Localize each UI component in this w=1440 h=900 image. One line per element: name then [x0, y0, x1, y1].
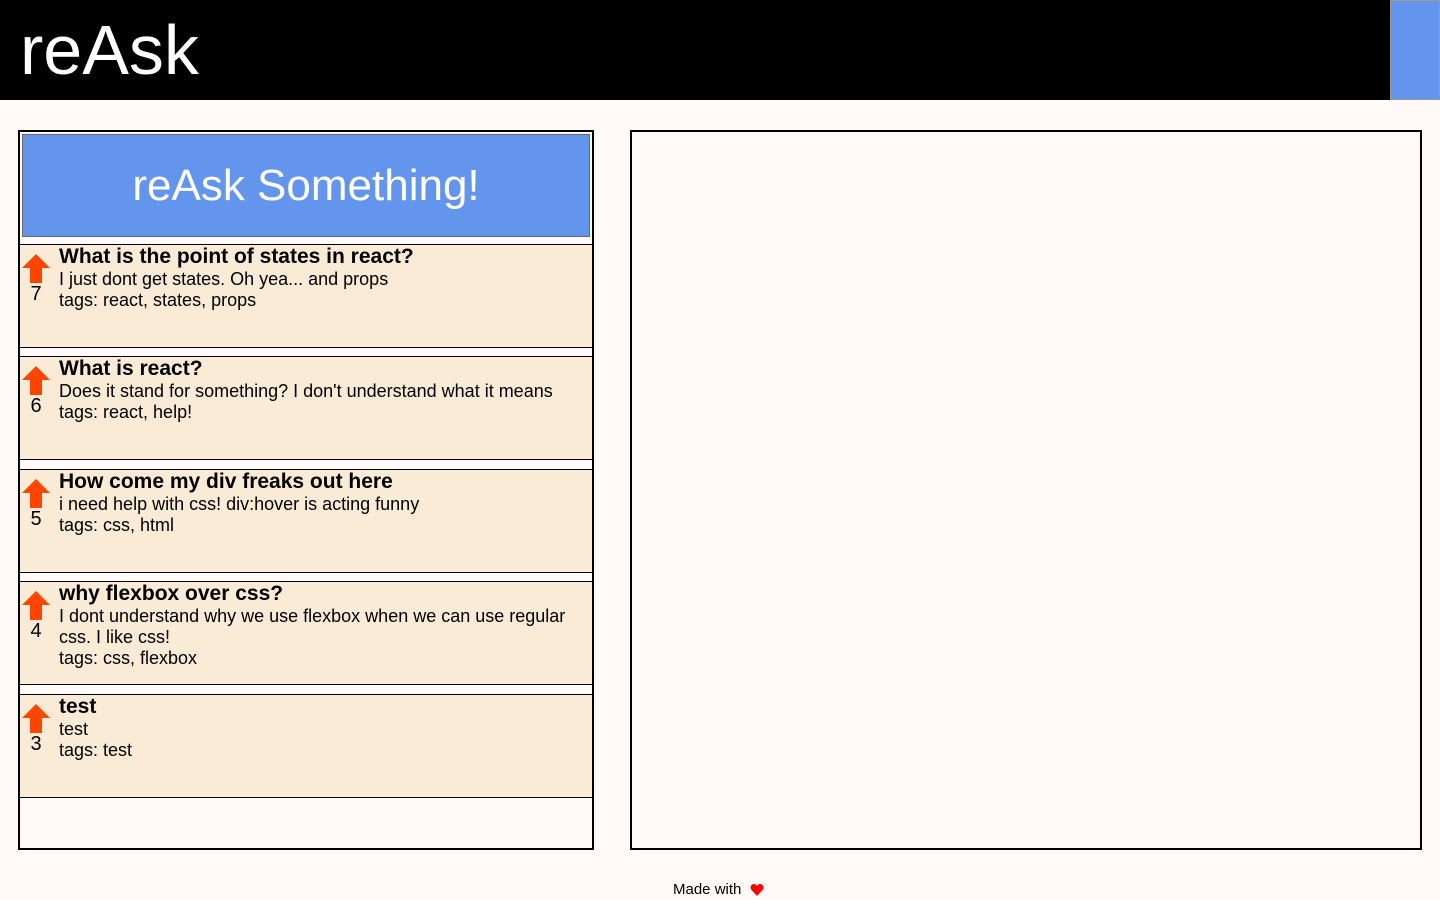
- question-tags: tags: react, help!: [59, 402, 193, 422]
- vote-widget: 5: [21, 478, 51, 530]
- vote-widget: 7: [21, 253, 51, 305]
- question-body: Does it stand for something? I don't und…: [59, 381, 553, 401]
- question-tags: tags: react, states, props: [59, 290, 257, 310]
- question-tags: tags: css, flexbox: [59, 648, 198, 668]
- menu-button[interactable]: [1390, 0, 1440, 100]
- vote-count: 6: [30, 395, 42, 417]
- up-arrow-icon[interactable]: [21, 478, 51, 510]
- question-item[interactable]: 5 How come my div freaks out here i need…: [20, 469, 592, 573]
- question-title[interactable]: why flexbox over css?: [59, 582, 579, 606]
- vote-count: 3: [30, 733, 42, 755]
- up-arrow-icon[interactable]: [21, 365, 51, 397]
- question-body: i need help with css! div:hover is actin…: [59, 494, 420, 514]
- question-item[interactable]: 6 What is react? Does it stand for somet…: [20, 356, 592, 460]
- up-arrow-icon[interactable]: [21, 253, 51, 285]
- vote-widget: 4: [21, 590, 51, 642]
- vote-count: 5: [30, 508, 42, 530]
- footer-text: Made with: [673, 881, 742, 898]
- question-list-panel: reAsk Something! 7 What is the point of …: [18, 130, 594, 850]
- footer: Made with: [673, 880, 764, 900]
- question-item[interactable]: 3 test test tags: test: [20, 694, 592, 798]
- question-title[interactable]: What is the point of states in react?: [59, 245, 579, 269]
- vote-count: 4: [30, 620, 42, 642]
- question-title[interactable]: How come my div freaks out here: [59, 470, 579, 494]
- vote-widget: 6: [21, 365, 51, 417]
- up-arrow-icon[interactable]: [21, 703, 51, 735]
- ask-question-button[interactable]: reAsk Something!: [22, 134, 590, 237]
- top-bar: reAsk: [0, 0, 1440, 100]
- question-item[interactable]: 7 What is the point of states in react? …: [20, 244, 592, 348]
- vote-count: 7: [30, 283, 42, 305]
- question-title[interactable]: test: [59, 695, 579, 719]
- vote-widget: 3: [21, 703, 51, 755]
- question-body: I just dont get states. Oh yea... and pr…: [59, 269, 389, 289]
- question-body: I dont understand why we use flexbox whe…: [59, 606, 566, 647]
- question-item[interactable]: 4 why flexbox over css? I dont understan…: [20, 581, 592, 685]
- question-tags: tags: test: [59, 740, 133, 760]
- question-title[interactable]: What is react?: [59, 357, 579, 381]
- brand-logo[interactable]: reAsk: [20, 12, 199, 88]
- up-arrow-icon[interactable]: [21, 590, 51, 622]
- question-tags: tags: css, html: [59, 515, 175, 535]
- heart-icon: [750, 884, 763, 896]
- question-body: test: [59, 719, 89, 739]
- question-detail-panel: [630, 130, 1422, 850]
